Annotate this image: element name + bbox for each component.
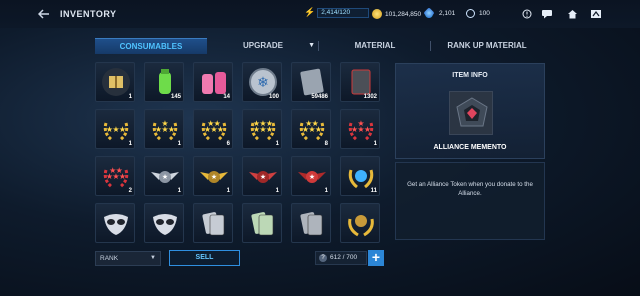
inventory-slot[interactable] <box>144 203 184 243</box>
item-description-panel: Get an Alliance Token when you donate to… <box>395 162 545 240</box>
svg-text:★: ★ <box>162 173 168 181</box>
svg-text:★: ★ <box>119 125 126 134</box>
item-quantity: 1 <box>324 188 328 194</box>
alliance-memento-icon <box>449 91 493 135</box>
item-quantity: 8 <box>324 141 328 147</box>
item-name: ALLIANCE MEMENTO <box>433 144 507 151</box>
item-quantity: 1 <box>275 141 279 147</box>
timer-resource: 100 <box>466 9 490 18</box>
tab-label: MATERIAL <box>354 41 396 50</box>
item-quantity: 145 <box>170 94 181 100</box>
blue-crystal-icon <box>423 7 435 19</box>
tab-rank-up-material[interactable]: RANK UP MATERIAL <box>431 38 543 54</box>
item-quantity: 6 <box>226 141 230 147</box>
item-quantity: 1302 <box>363 94 377 100</box>
item-quantity: 1 <box>373 141 377 147</box>
tab-label: RANK UP MATERIAL <box>447 41 527 50</box>
inventory-slot[interactable]: ★ ★ ★ ★ 1 <box>340 109 380 149</box>
crystal-resource: 2,101 <box>423 7 456 19</box>
help-icon[interactable]: ? <box>319 254 327 262</box>
gold-value: 101,284,850 <box>385 10 422 18</box>
inventory-slot[interactable]: 14 <box>193 62 233 102</box>
item-quantity: 1 <box>177 141 181 147</box>
svg-text:❄: ❄ <box>257 74 269 90</box>
inventory-slot[interactable]: ★ ★ ★ 1 <box>95 109 135 149</box>
item-quantity: 2 <box>128 188 132 194</box>
tab-upgrade[interactable]: UPGRADE ▼ <box>207 38 319 54</box>
item-info-panel: ITEM INFO ALLIANCE MEMENTO <box>395 63 545 159</box>
alert-icon[interactable] <box>520 8 534 20</box>
inventory-slot[interactable]: 145 <box>144 62 184 102</box>
item-quantity: 1 <box>275 188 279 194</box>
svg-text:★: ★ <box>357 119 364 128</box>
inventory-slot[interactable]: ★ 1 <box>193 156 233 196</box>
capacity-value: 612 / 700 <box>330 254 358 261</box>
inventory-slot[interactable]: ★ 1 <box>144 156 184 196</box>
energy-resource: ⚡ 2,414/120 + <box>304 7 382 18</box>
inventory-slot[interactable]: ★ ★ ★ ★ ★ 6 <box>193 109 233 149</box>
lightning-icon: ⚡ <box>304 7 316 17</box>
chevron-down-icon: ▼ <box>150 255 156 261</box>
stopwatch-icon <box>466 9 475 18</box>
inventory-slot[interactable] <box>95 203 135 243</box>
item-description: Get an Alliance Token when you donate to… <box>407 181 533 197</box>
inventory-slot[interactable]: ★ ★ ★ ★ ★ ★ 1 <box>242 109 282 149</box>
sell-button[interactable]: SELL <box>169 250 240 266</box>
crystal-value: 2,101 <box>439 9 456 17</box>
item-quantity: 59486 <box>311 94 328 100</box>
item-quantity: 14 <box>223 94 230 100</box>
inventory-slot[interactable]: 1302 <box>340 62 380 102</box>
inventory-slot[interactable]: ★ 1 <box>242 156 282 196</box>
svg-text:★: ★ <box>214 119 221 128</box>
svg-text:★: ★ <box>364 125 371 134</box>
tab-material[interactable]: MATERIAL <box>319 38 431 54</box>
chat-icon[interactable] <box>540 8 554 20</box>
svg-text:★: ★ <box>116 166 123 175</box>
item-info-title: ITEM INFO <box>452 72 488 79</box>
inventory-slot[interactable] <box>193 203 233 243</box>
gold-coin-icon <box>372 9 382 19</box>
top-bar: INVENTORY ⚡ 2,414/120 + 101,284,850 + 2,… <box>0 0 640 28</box>
item-quantity: 1 <box>226 188 230 194</box>
inventory-slot[interactable]: 11 <box>340 156 380 196</box>
tab-consumables[interactable]: CONSUMABLES <box>95 38 207 54</box>
inventory-slot[interactable]: 1 <box>95 62 135 102</box>
svg-text:★: ★ <box>266 119 273 128</box>
item-quantity: 1 <box>128 94 132 100</box>
inventory-slot[interactable]: ★ 1 <box>291 156 331 196</box>
item-quantity: 1 <box>128 141 132 147</box>
inventory-slot[interactable] <box>242 203 282 243</box>
inventory-slot[interactable]: ❄ 100 <box>242 62 282 102</box>
tab-label: CONSUMABLES <box>119 42 183 51</box>
inventory-slot[interactable]: ★ ★ ★ ★ 1 <box>144 109 184 149</box>
inventory-slot[interactable]: 59486 <box>291 62 331 102</box>
tab-label: UPGRADE <box>242 41 283 50</box>
dropdown-caret-icon: ▼ <box>308 42 315 49</box>
home-icon[interactable] <box>565 8 579 20</box>
inventory-capacity: ? 612 / 700 <box>315 251 367 265</box>
sort-select-value: RANK <box>100 255 119 262</box>
sort-select[interactable]: RANK ▼ <box>95 251 161 266</box>
item-quantity: 11 <box>370 188 377 194</box>
svg-text:★: ★ <box>211 173 217 181</box>
item-quantity: 1 <box>177 188 181 194</box>
page-title: INVENTORY <box>60 9 117 19</box>
menu-flag-icon[interactable] <box>589 8 603 20</box>
svg-text:★: ★ <box>309 173 315 181</box>
energy-value: 2,414/120 <box>321 9 351 16</box>
timer-value: 100 <box>479 10 490 17</box>
inventory-slot[interactable]: ★ ★ ★ ★ ★ 2 <box>95 156 135 196</box>
svg-text:★: ★ <box>168 125 175 134</box>
inventory-slot[interactable] <box>340 203 380 243</box>
item-quantity: 100 <box>268 94 279 100</box>
inventory-slot[interactable]: ★ ★ ★ ★ ★ 8 <box>291 109 331 149</box>
expand-capacity-button[interactable]: + <box>368 250 384 266</box>
inventory-tabs: CONSUMABLES UPGRADE ▼ MATERIAL RANK UP M… <box>95 38 545 54</box>
svg-text:★: ★ <box>260 173 266 181</box>
energy-bar: 2,414/120 <box>317 7 370 18</box>
svg-text:★: ★ <box>312 119 319 128</box>
back-arrow-icon[interactable] <box>37 7 52 22</box>
svg-text:★: ★ <box>161 119 168 128</box>
inventory-slot[interactable] <box>291 203 331 243</box>
